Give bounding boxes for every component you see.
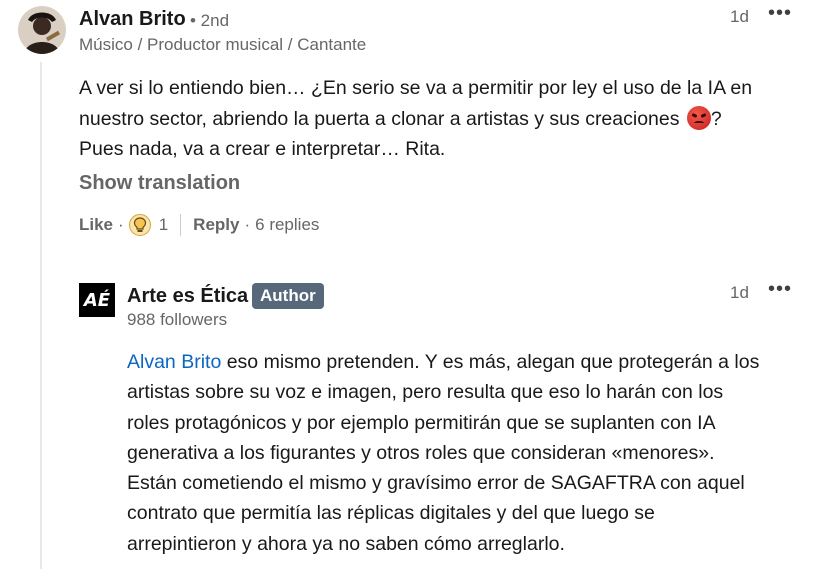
reaction-count[interactable]: 1 xyxy=(159,215,168,235)
reply-line-text: eso mismo pretenden. Y es más, alegan qu… xyxy=(221,351,760,373)
reply-button[interactable]: Reply xyxy=(193,215,239,235)
reply-line: Alvan Brito eso mismo pretenden. Y es má… xyxy=(127,347,817,377)
reply-line: artistas sobre su voz e imagen, pero res… xyxy=(127,381,724,404)
comment-line: nuestro sector, abriendo la puerta a clo… xyxy=(79,104,809,135)
insightful-bulb-icon[interactable] xyxy=(128,214,151,236)
separator-dot: · xyxy=(244,215,251,234)
thread-line xyxy=(40,62,42,569)
comment-actions: Like · 1 Reply · 6 replies xyxy=(79,212,319,238)
author-badge: Author xyxy=(252,283,324,309)
separator-dot: · xyxy=(118,215,124,234)
reply-author-name[interactable]: Arte es Ética xyxy=(127,285,248,308)
reply-line: Están cometiendo el mismo y gravísimo er… xyxy=(127,472,745,495)
reply-timestamp: 1d xyxy=(730,283,749,302)
like-button[interactable]: Like xyxy=(79,215,113,235)
mention-link[interactable]: Alvan Brito xyxy=(127,351,221,373)
comment-line: Pues nada, va a crear e interpretar… Rit… xyxy=(79,138,446,160)
reply-line: arrepintieron y ahora ya no saben cómo a… xyxy=(127,532,565,555)
comment-line: A ver si lo entiendo bien… ¿En serio se … xyxy=(79,77,753,99)
divider xyxy=(180,214,182,236)
show-translation-button[interactable]: Show translation xyxy=(79,172,240,195)
comment-timestamp: 1d xyxy=(730,7,749,26)
comment-author-name[interactable]: Alvan Brito xyxy=(79,8,186,31)
reply-line: contrato que permitía las réplicas digit… xyxy=(127,502,655,525)
reply-line: roles protagónicos y por ejemplo permiti… xyxy=(127,411,716,434)
comment-text: A ver si lo entiendo bien… ¿En serio se … xyxy=(79,73,809,165)
ellipsis-icon[interactable]: ••• xyxy=(768,278,792,301)
ellipsis-icon[interactable]: ••• xyxy=(768,2,792,25)
company-logo[interactable]: AÉ xyxy=(79,283,115,317)
followers-count: 988 followers xyxy=(127,310,228,329)
reply-text: Alvan Brito eso mismo pretenden. Y es má… xyxy=(127,347,817,559)
avatar[interactable] xyxy=(18,6,66,54)
replies-count[interactable]: 6 replies xyxy=(255,215,319,235)
comment-line-text: nuestro sector, abriendo la puerta a clo… xyxy=(79,107,680,130)
connection-degree: • 2nd xyxy=(190,11,230,30)
angry-face-emoji-icon xyxy=(686,105,711,130)
reply-line: generativa a los figurantes y otros role… xyxy=(127,441,715,464)
comment-line-text: ? xyxy=(710,107,722,130)
author-headline: Músico / Productor musical / Cantante xyxy=(79,35,367,54)
